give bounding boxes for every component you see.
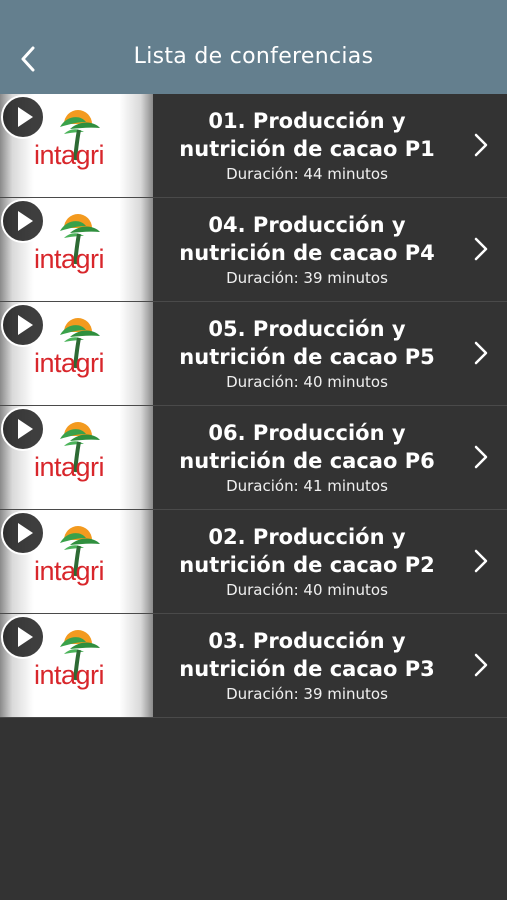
play-icon[interactable] xyxy=(0,614,46,660)
conference-row[interactable]: intagri 01. Producción y nutrición de ca… xyxy=(0,94,507,198)
conference-title-line1: 04. Producción y xyxy=(208,213,406,237)
conference-thumbnail: intagri xyxy=(0,510,153,613)
conference-text: 02. Producción y nutrición de cacao P2 D… xyxy=(153,510,507,613)
play-icon[interactable] xyxy=(0,406,46,452)
conference-text: 01. Producción y nutrición de cacao P1 D… xyxy=(153,94,507,197)
conference-text: 05. Producción y nutrición de cacao P5 D… xyxy=(153,302,507,405)
conference-thumbnail: intagri xyxy=(0,94,153,197)
conference-title-line1: 02. Producción y xyxy=(208,525,406,549)
conference-duration: Duración: 39 minutos xyxy=(226,269,388,287)
chevron-right-icon[interactable] xyxy=(469,546,493,576)
conference-title-line1: 06. Producción y xyxy=(208,421,406,445)
conference-duration: Duración: 41 minutos xyxy=(226,477,388,495)
conference-row[interactable]: intagri 04. Producción y nutrición de ca… xyxy=(0,198,507,302)
play-icon[interactable] xyxy=(0,94,46,140)
conference-duration: Duración: 40 minutos xyxy=(226,373,388,391)
page-title: Lista de conferencias xyxy=(133,44,374,69)
play-icon[interactable] xyxy=(0,302,46,348)
conference-thumbnail: intagri xyxy=(0,614,153,717)
logo-text: intagri xyxy=(34,556,105,586)
conference-text: 04. Producción y nutrición de cacao P4 D… xyxy=(153,198,507,301)
conference-text: 03. Producción y nutrición de cacao P3 D… xyxy=(153,614,507,717)
play-icon[interactable] xyxy=(0,510,46,556)
chevron-right-icon[interactable] xyxy=(469,338,493,368)
conference-list: intagri 01. Producción y nutrición de ca… xyxy=(0,94,507,718)
navigation-bar: Lista de conferencias xyxy=(0,0,507,94)
conference-title-line1: 01. Producción y xyxy=(208,109,406,133)
chevron-right-icon[interactable] xyxy=(469,130,493,160)
conference-row[interactable]: intagri 05. Producción y nutrición de ca… xyxy=(0,302,507,406)
conference-title-line2: nutrición de cacao P5 xyxy=(179,345,435,369)
play-icon[interactable] xyxy=(0,198,46,244)
logo-text: intagri xyxy=(34,140,105,170)
conference-duration: Duración: 44 minutos xyxy=(226,165,388,183)
conference-title-line2: nutrición de cacao P6 xyxy=(179,449,435,473)
logo-text: intagri xyxy=(34,452,105,482)
conference-thumbnail: intagri xyxy=(0,302,153,405)
conference-text: 06. Producción y nutrición de cacao P6 D… xyxy=(153,406,507,509)
conference-title-line1: 05. Producción y xyxy=(208,317,406,341)
conference-row[interactable]: intagri 03. Producción y nutrición de ca… xyxy=(0,614,507,718)
logo-text: intagri xyxy=(34,244,105,274)
conference-duration: Duración: 40 minutos xyxy=(226,581,388,599)
conference-row[interactable]: intagri 06. Producción y nutrición de ca… xyxy=(0,406,507,510)
logo-text: intagri xyxy=(34,348,105,378)
chevron-right-icon[interactable] xyxy=(469,650,493,680)
chevron-right-icon[interactable] xyxy=(469,442,493,472)
conference-thumbnail: intagri xyxy=(0,406,153,509)
conference-row[interactable]: intagri 02. Producción y nutrición de ca… xyxy=(0,510,507,614)
conference-title-line2: nutrición de cacao P4 xyxy=(179,241,435,265)
conference-title-line2: nutrición de cacao P3 xyxy=(179,657,435,681)
conference-title-line2: nutrición de cacao P2 xyxy=(179,553,435,577)
conference-thumbnail: intagri xyxy=(0,198,153,301)
conference-title-line1: 03. Producción y xyxy=(208,629,406,653)
chevron-right-icon[interactable] xyxy=(469,234,493,264)
conference-title-line2: nutrición de cacao P1 xyxy=(179,137,435,161)
conference-duration: Duración: 39 minutos xyxy=(226,685,388,703)
logo-text: intagri xyxy=(34,660,105,690)
